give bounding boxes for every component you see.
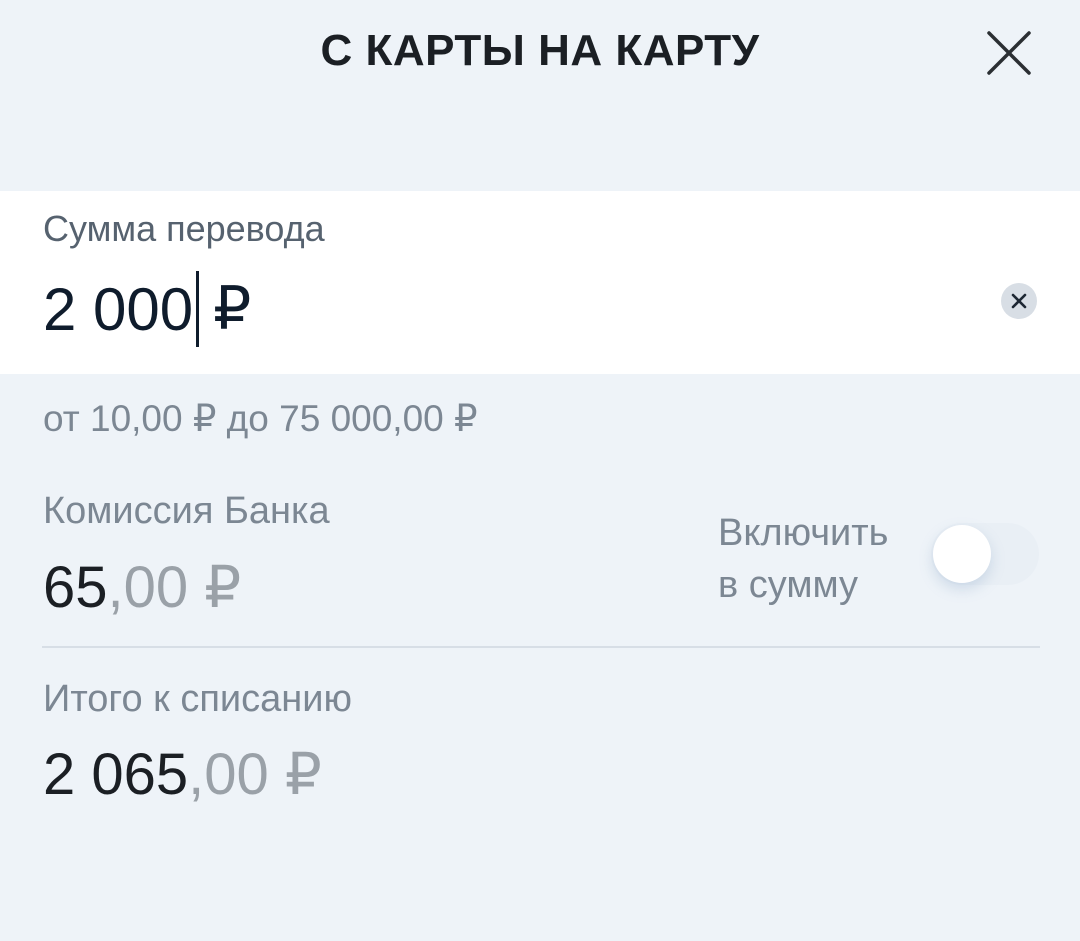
total-value: 2 065,00 ₽ — [43, 740, 322, 808]
include-fee-label-line2: в сумму — [718, 564, 858, 606]
fee-value: 65,00 ₽ — [43, 553, 241, 621]
page-title: С КАРТЫ НА КАРТУ — [320, 26, 760, 75]
amount-limits: от 10,00 ₽ до 75 000,00 ₽ — [43, 398, 478, 439]
clear-icon — [1011, 293, 1027, 309]
include-fee-toggle[interactable] — [931, 523, 1039, 585]
divider — [42, 646, 1040, 648]
close-icon — [987, 31, 1031, 75]
toggle-knob — [933, 525, 991, 583]
text-caret — [196, 271, 200, 347]
transfer-screen: С КАРТЫ НА КАРТУ Сумма перевода 2 000 ₽ о… — [0, 0, 1080, 941]
fee-fraction: ,00 ₽ — [107, 555, 242, 620]
total-fraction: ,00 ₽ — [188, 742, 322, 807]
total-label: Итого к списанию — [43, 678, 352, 720]
clear-amount-button[interactable] — [1001, 283, 1037, 319]
amount-value: 2 000 — [43, 275, 194, 343]
amount-currency: ₽ — [213, 275, 252, 342]
include-fee-label-line1: Включить — [718, 512, 889, 554]
header: С КАРТЫ НА КАРТУ — [0, 0, 1080, 110]
amount-label: Сумма перевода — [43, 208, 325, 249]
amount-panel: Сумма перевода 2 000 ₽ — [0, 191, 1080, 374]
total-integer: 2 065 — [43, 742, 189, 807]
include-fee-label: Включить в сумму — [718, 507, 888, 611]
fee-label: Комиссия Банка — [43, 490, 330, 532]
close-button[interactable] — [982, 26, 1036, 80]
fee-integer: 65 — [43, 555, 108, 620]
amount-input[interactable]: 2 000 ₽ — [43, 269, 251, 349]
